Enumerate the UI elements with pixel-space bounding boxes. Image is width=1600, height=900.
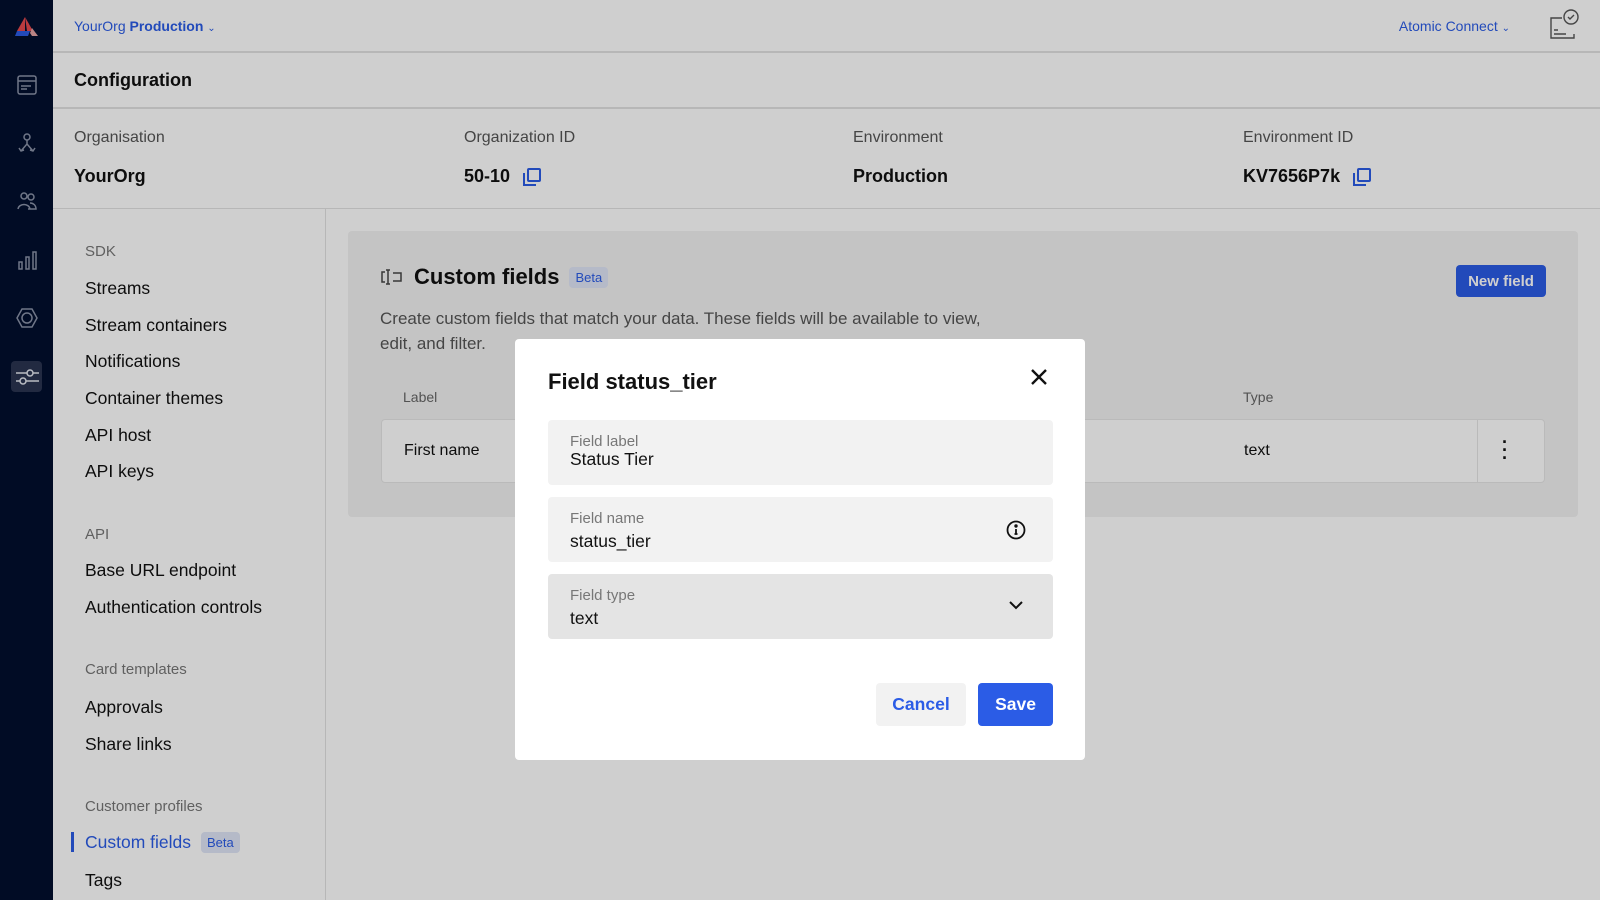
info-icon[interactable]: [1006, 520, 1026, 540]
save-button[interactable]: Save: [978, 683, 1053, 726]
field-label-input[interactable]: Field label Status Tier: [548, 420, 1053, 485]
field-type-select[interactable]: Field type text: [548, 574, 1053, 639]
edit-field-dialog: Field status_tier Field label Status Tie…: [515, 339, 1085, 760]
dialog-title: Field status_tier: [548, 369, 717, 394]
cancel-button[interactable]: Cancel: [876, 683, 966, 726]
field-name-input[interactable]: Field name status_tier: [548, 497, 1053, 562]
close-icon[interactable]: [1030, 368, 1048, 391]
chevron-down-icon: [1009, 601, 1023, 610]
